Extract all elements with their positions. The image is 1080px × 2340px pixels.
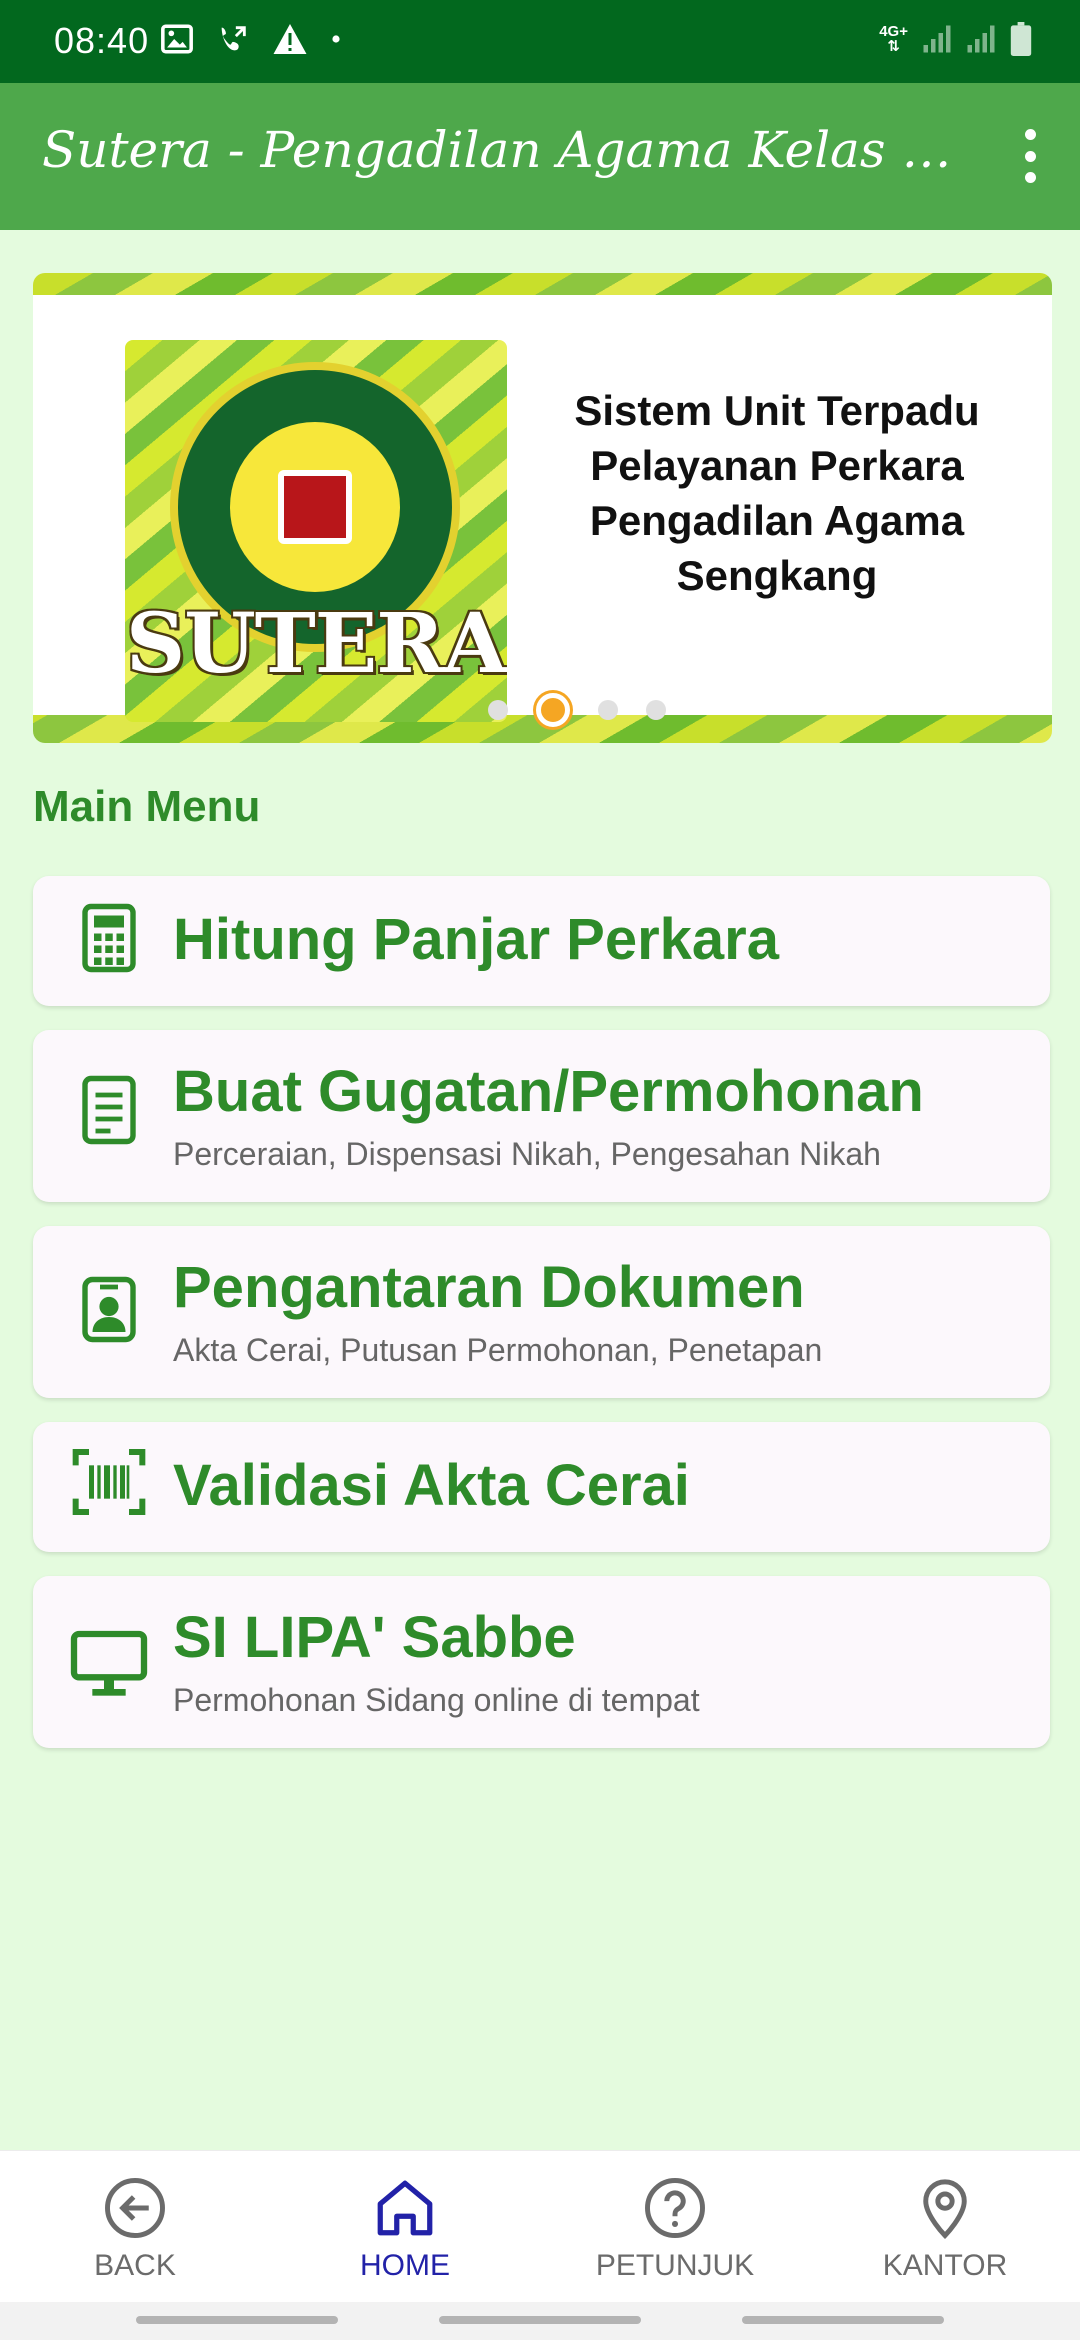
location-pin-icon <box>923 2179 967 2240</box>
warning-icon <box>273 24 307 54</box>
status-bar: 08:40 4G+ ⇅ <box>0 0 1080 83</box>
carousel-dot[interactable] <box>598 700 618 720</box>
calculator-icon <box>82 903 136 973</box>
overflow-menu-button[interactable] <box>1008 121 1052 191</box>
menu-item-title: Buat Gugatan/Permohonan <box>173 1059 924 1124</box>
nav-back[interactable]: BACK <box>0 2151 270 2303</box>
nav-label: HOME <box>360 2249 450 2282</box>
monitor-icon <box>70 1630 148 1696</box>
carousel-dot-active[interactable] <box>536 693 570 727</box>
barcode-scan-icon <box>72 1449 146 1515</box>
carousel-dot[interactable] <box>646 700 666 720</box>
menu-item-subtitle: Permohonan Sidang online di tempat <box>173 1682 700 1718</box>
menu-item-validasi-akta[interactable]: Validasi Akta Cerai <box>33 1422 1050 1552</box>
gesture-pill[interactable] <box>136 2316 338 2324</box>
more-vertical-icon <box>1024 129 1036 140</box>
system-gesture-bar <box>0 2302 1080 2340</box>
nav-label: KANTOR <box>882 2249 1008 2282</box>
menu-item-subtitle: Perceraian, Dispensasi Nikah, Pengesahan… <box>173 1136 881 1172</box>
dot-icon <box>332 35 340 43</box>
network-type-label: 4G+ ⇅ <box>879 23 908 55</box>
carousel-dot[interactable] <box>488 700 508 720</box>
banner-carousel[interactable]: SUTERA Sistem Unit Terpadu Pelayanan Per… <box>33 273 1052 743</box>
document-icon <box>82 1075 136 1145</box>
bottom-navigation: BACK HOME PETUNJUK KANTOR <box>0 2150 1080 2302</box>
home-icon <box>377 2180 433 2236</box>
help-circle-icon <box>645 2178 705 2238</box>
menu-item-title: Pengantaran Dokumen <box>173 1255 805 1320</box>
signal-icon <box>923 25 951 53</box>
app-title: Sutera - Pengadilan Agama Kelas 1B Sengk… <box>42 121 962 179</box>
nav-label: PETUNJUK <box>595 2249 755 2282</box>
id-badge-icon <box>82 1276 136 1343</box>
banner-headline: Sistem Unit Terpadu Pelayanan Perkara Pe… <box>574 387 980 599</box>
menu-item-title: Hitung Panjar Perkara <box>173 907 779 972</box>
signal-icon <box>967 25 995 53</box>
image-icon <box>161 24 193 54</box>
battery-icon <box>1010 22 1032 56</box>
menu-item-si-lipa-sabbe[interactable]: SI LIPA' Sabbe Permohonan Sidang online … <box>33 1576 1050 1748</box>
menu-item-buat-gugatan[interactable]: Buat Gugatan/Permohonan Perceraian, Disp… <box>33 1030 1050 1202</box>
main-menu-title: Main Menu <box>33 782 261 831</box>
carousel-indicator <box>488 693 666 727</box>
app-bar: Sutera - Pengadilan Agama Kelas 1B Sengk… <box>0 83 1080 230</box>
call-forward-icon <box>221 26 246 51</box>
menu-item-title: SI LIPA' Sabbe <box>173 1605 576 1670</box>
nav-label: BACK <box>94 2249 176 2282</box>
logo-text: SUTERA <box>125 596 507 692</box>
gesture-pill[interactable] <box>742 2316 944 2324</box>
nav-home[interactable]: HOME <box>270 2151 540 2303</box>
menu-item-pengantaran-dokumen[interactable]: Pengantaran Dokumen Akta Cerai, Putusan … <box>33 1226 1050 1398</box>
sutera-logo: SUTERA <box>125 340 507 722</box>
nav-petunjuk[interactable]: PETUNJUK <box>540 2151 810 2303</box>
status-time: 08:40 <box>54 20 150 61</box>
nav-kantor[interactable]: KANTOR <box>810 2151 1080 2303</box>
menu-item-hitung-panjar[interactable]: Hitung Panjar Perkara <box>33 876 1050 1006</box>
gesture-pill[interactable] <box>439 2316 641 2324</box>
menu-item-title: Validasi Akta Cerai <box>173 1453 690 1518</box>
back-circle-icon <box>105 2178 165 2238</box>
banner-slide: SUTERA Sistem Unit Terpadu Pelayanan Per… <box>33 295 1052 727</box>
menu-item-subtitle: Akta Cerai, Putusan Permohonan, Penetapa… <box>173 1332 823 1368</box>
